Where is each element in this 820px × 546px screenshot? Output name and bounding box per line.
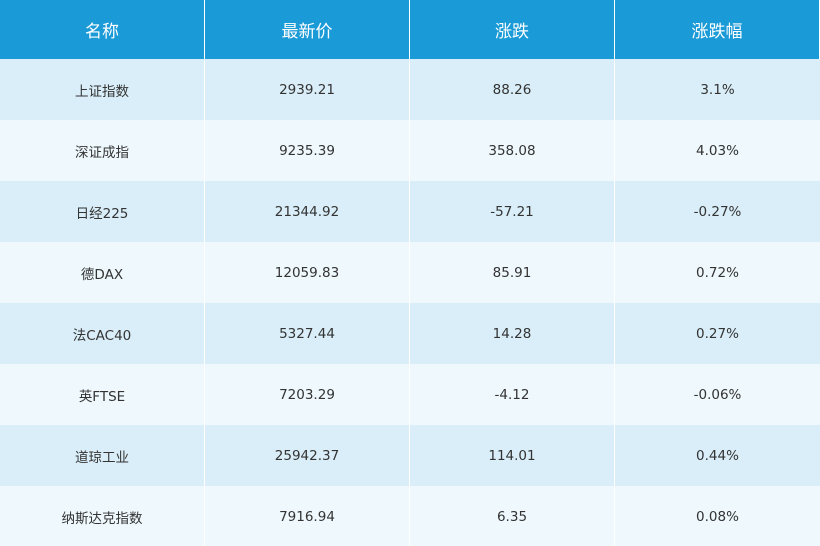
latest-price: 2939.21 [205, 59, 410, 120]
change: 85.91 [410, 242, 615, 303]
latest-price: 21344.92 [205, 181, 410, 242]
change-percent: 0.08% [615, 486, 820, 546]
index-name: 上证指数 [0, 59, 205, 120]
index-quote-table: 名称 最新价 涨跌 涨跌幅 上证指数 2939.21 88.26 3.1% 深证… [0, 0, 820, 546]
change: 14.28 [410, 303, 615, 364]
latest-price: 7916.94 [205, 486, 410, 546]
change-percent: 4.03% [615, 120, 820, 181]
index-name: 法CAC40 [0, 303, 205, 364]
latest-price: 9235.39 [205, 120, 410, 181]
index-name: 道琼工业 [0, 425, 205, 486]
index-name: 英FTSE [0, 364, 205, 425]
change: 88.26 [410, 59, 615, 120]
change: 114.01 [410, 425, 615, 486]
header-latest-price[interactable]: 最新价 [205, 0, 410, 59]
latest-price: 7203.29 [205, 364, 410, 425]
change-percent: 0.27% [615, 303, 820, 364]
index-name: 纳斯达克指数 [0, 486, 205, 546]
change: 358.08 [410, 120, 615, 181]
change-percent: 0.72% [615, 242, 820, 303]
change-percent: -0.06% [615, 364, 820, 425]
change: -4.12 [410, 364, 615, 425]
change-percent: 0.44% [615, 425, 820, 486]
change-percent: -0.27% [615, 181, 820, 242]
index-name: 深证成指 [0, 120, 205, 181]
latest-price: 5327.44 [205, 303, 410, 364]
index-name: 日经225 [0, 181, 205, 242]
latest-price: 12059.83 [205, 242, 410, 303]
index-name: 德DAX [0, 242, 205, 303]
header-name[interactable]: 名称 [0, 0, 205, 59]
latest-price: 25942.37 [205, 425, 410, 486]
change: 6.35 [410, 486, 615, 546]
header-change-percent[interactable]: 涨跌幅 [615, 0, 820, 59]
change: -57.21 [410, 181, 615, 242]
header-change[interactable]: 涨跌 [410, 0, 615, 59]
change-percent: 3.1% [615, 59, 820, 120]
